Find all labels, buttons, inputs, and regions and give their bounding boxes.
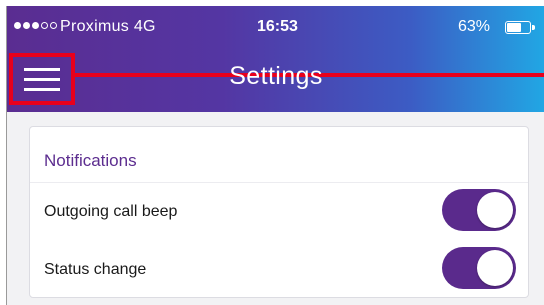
outgoing-call-beep-toggle[interactable] — [442, 189, 516, 231]
notifications-card: Notifications Outgoing call beep Status … — [29, 126, 529, 298]
toggle-knob — [477, 192, 513, 228]
signal-dot — [32, 22, 39, 29]
app-screen: Proximus 4G 16:53 63% Settings Notificat… — [6, 6, 544, 305]
page-title: Settings — [229, 62, 323, 90]
signal-dot — [14, 22, 21, 29]
status-change-label: Status change — [44, 261, 147, 278]
signal-strength-icon — [14, 22, 57, 29]
section-title: Notifications — [44, 151, 137, 170]
battery-percentage: 63% — [458, 18, 491, 35]
battery-fill — [507, 23, 521, 32]
outgoing-call-beep-label: Outgoing call beep — [44, 203, 178, 220]
divider — [30, 182, 528, 183]
status-change-toggle[interactable] — [442, 247, 516, 289]
toggle-knob — [477, 250, 513, 286]
header: Proximus 4G 16:53 63% Settings — [7, 6, 544, 112]
battery-icon — [505, 21, 535, 34]
signal-dot — [50, 22, 57, 29]
clock: 16:53 — [257, 18, 298, 35]
status-bar: Proximus 4G 16:53 63% — [7, 6, 544, 46]
carrier-name: Proximus 4G — [60, 18, 156, 35]
battery-tip — [532, 25, 535, 30]
signal-dot — [23, 22, 30, 29]
signal-dot — [41, 22, 48, 29]
